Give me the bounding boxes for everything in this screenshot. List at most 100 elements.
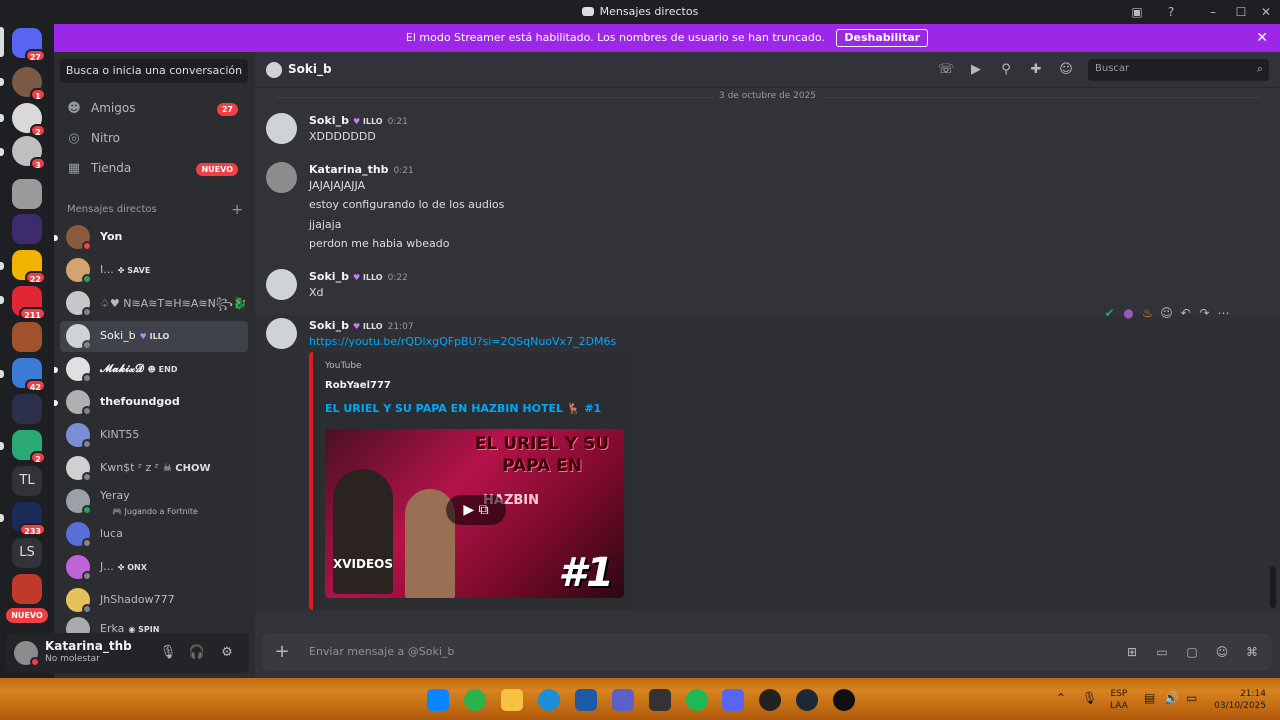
dm-item[interactable]: Yeray 🎮 Jugando a Fortnite xyxy=(60,486,248,517)
home-button[interactable]: 27 xyxy=(12,28,46,62)
nav-friends[interactable]: ☻ Amigos 27 xyxy=(60,95,248,123)
play-icon[interactable]: ▶ ⧉ xyxy=(446,495,506,525)
dm-avatar[interactable]: 2 xyxy=(12,103,46,137)
header-name[interactable]: Soki_b xyxy=(288,62,332,76)
dm-item[interactable]: luca xyxy=(60,519,248,550)
dm-item[interactable]: J... ✤ ONX xyxy=(60,552,248,583)
create-dm-icon[interactable]: + xyxy=(231,202,243,218)
add-reaction-icon[interactable]: ☺ xyxy=(1157,306,1176,320)
tray-mic-icon[interactable]: 🎙 xyxy=(1082,691,1097,705)
network-icon[interactable]: ▤ xyxy=(1144,691,1155,705)
settings-icon[interactable]: ⚙ xyxy=(218,644,236,662)
server-icon[interactable] xyxy=(12,179,42,209)
microphone-icon[interactable]: 🎙 xyxy=(159,644,177,662)
scrollbar[interactable] xyxy=(1270,566,1276,608)
server-icon[interactable]: 2 xyxy=(12,430,46,464)
message-composer[interactable]: + Enviar mensaje a @Soki_b ⊞ ▭ ▢ ☺ ⌘ xyxy=(262,634,1272,670)
embed-author[interactable]: RobYael777 xyxy=(325,380,391,391)
status-dot xyxy=(82,241,92,251)
dm-avatar[interactable]: 1 xyxy=(12,67,46,101)
nav-shop[interactable]: ▦ Tienda NUEVO xyxy=(60,155,248,183)
server-icon[interactable]: 22 xyxy=(12,250,46,284)
message-header: Soki_b ♥ ILLO 21:07 xyxy=(309,319,414,332)
battery-icon[interactable]: ▭ xyxy=(1186,691,1197,705)
close-icon[interactable]: ✕ xyxy=(1256,24,1268,52)
add-friend-icon[interactable]: ✚ xyxy=(1027,62,1045,78)
logitech-icon[interactable] xyxy=(833,689,855,711)
obs-icon[interactable] xyxy=(759,689,781,711)
embed-provider[interactable]: YouTube xyxy=(325,361,362,371)
gift-icon[interactable]: ⊞ xyxy=(1123,643,1141,661)
embed-title[interactable]: EL URIEL Y SU PAPA EN HAZBIN HOTEL 🦌 #1 xyxy=(325,402,601,415)
server-icon-tl[interactable]: TL xyxy=(12,466,42,496)
server-icon[interactable]: 211 xyxy=(12,286,46,320)
chat-header: Soki_b ☏ ▶ ⚲ ✚ ☺ Buscar ⌕ xyxy=(255,52,1280,88)
steam-icon[interactable] xyxy=(796,689,818,711)
video-thumbnail[interactable]: XVIDEOS EL URIEL Y SU PAPA EN HAZBIN ▶ ⧉… xyxy=(325,429,624,598)
server-icon[interactable] xyxy=(12,214,42,244)
apps-icon[interactable]: ⌘ xyxy=(1243,643,1261,661)
server-icon[interactable] xyxy=(12,394,42,424)
help-icon[interactable]: ? xyxy=(1162,4,1180,20)
volume-icon[interactable]: 🔊 xyxy=(1164,691,1179,705)
server-icon[interactable]: 233 xyxy=(12,502,46,536)
find-conversation-button[interactable]: Busca o inicia una conversación xyxy=(60,59,248,83)
message-link[interactable]: https://youtu.be/rQDlxgQFpBU?si=2QSqNuoV… xyxy=(309,335,616,348)
chrome-icon[interactable] xyxy=(464,689,486,711)
reaction-eggplant-icon[interactable]: ● xyxy=(1119,306,1138,320)
edge-icon[interactable] xyxy=(538,689,560,711)
dm-item[interactable]: KINT55 xyxy=(60,420,248,451)
maximize-button[interactable]: ☐ xyxy=(1232,4,1250,20)
inbox-icon[interactable]: ▣ xyxy=(1128,4,1146,20)
headphones-icon[interactable]: 🎧 xyxy=(188,644,206,662)
disable-streamer-button[interactable]: Deshabilitar xyxy=(836,29,929,47)
video-call-icon[interactable]: ▶ xyxy=(967,62,985,78)
avatar[interactable] xyxy=(266,318,297,349)
dm-item[interactable]: ♤♥ N≋A≋T≋H≋A≋N꧂🐉 xyxy=(60,288,248,319)
nav-nitro[interactable]: ◎ Nitro xyxy=(60,125,248,153)
clock[interactable]: 21:14 03/10/2025 xyxy=(1210,688,1266,712)
voice-call-icon[interactable]: ☏ xyxy=(937,62,955,78)
dm-item[interactable]: Kwn$t ᶻ z ᶻ ☠ CHOW xyxy=(60,453,248,484)
close-window-button[interactable]: ✕ xyxy=(1257,4,1275,20)
sticker-icon[interactable]: ▢ xyxy=(1183,643,1201,661)
store-icon[interactable] xyxy=(575,689,597,711)
reply-icon[interactable]: ↶ xyxy=(1176,306,1195,320)
spotify-icon[interactable] xyxy=(686,689,708,711)
reaction-fire-icon[interactable]: ♨ xyxy=(1138,306,1157,320)
avatar[interactable] xyxy=(266,269,297,300)
profile-icon[interactable]: ☺ xyxy=(1057,62,1075,78)
message-input[interactable]: Enviar mensaje a @Soki_b xyxy=(309,645,454,658)
reaction-check-icon[interactable]: ✔ xyxy=(1100,306,1119,320)
language-indicator[interactable]: ESP LAA xyxy=(1110,688,1128,712)
server-icon[interactable] xyxy=(12,322,42,352)
server-icon[interactable] xyxy=(12,574,42,604)
tray-expand-icon[interactable]: ⌃ xyxy=(1056,691,1066,705)
dm-item[interactable]: Yon xyxy=(60,222,248,253)
server-icon-ls[interactable]: LS xyxy=(12,538,42,568)
forward-icon[interactable]: ↷ xyxy=(1195,306,1214,320)
dm-section-title: Mensajes directos xyxy=(67,204,157,215)
discord-taskbar-icon[interactable] xyxy=(722,689,744,711)
dm-item[interactable]: thefoundgod xyxy=(60,387,248,418)
attach-icon[interactable]: + xyxy=(272,642,292,662)
more-icon[interactable]: ⋯ xyxy=(1214,306,1233,320)
minimize-button[interactable]: – xyxy=(1204,4,1222,20)
dm-item[interactable]: JhShadow777 xyxy=(60,585,248,616)
dm-item-selected[interactable]: Soki_b ♥ ILLO xyxy=(60,321,248,352)
avatar[interactable] xyxy=(266,162,297,193)
dm-avatar[interactable]: 3 xyxy=(12,136,46,170)
pin-icon[interactable]: ⚲ xyxy=(997,62,1015,78)
dm-item[interactable]: I... ✤ SAVE xyxy=(60,255,248,286)
dm-item[interactable]: 𝓜𝓪𝓴𝓲𝔁𝓓 ☻ END xyxy=(60,354,248,385)
explorer-icon[interactable] xyxy=(501,689,523,711)
avatar[interactable] xyxy=(266,113,297,144)
search-input[interactable]: Buscar ⌕ xyxy=(1088,59,1269,81)
unity-icon[interactable] xyxy=(649,689,671,711)
emoji-icon[interactable]: ☺ xyxy=(1213,643,1231,661)
teams-icon[interactable] xyxy=(612,689,634,711)
gif-icon[interactable]: ▭ xyxy=(1153,643,1171,661)
start-icon[interactable] xyxy=(427,689,449,711)
search-icon: ⌕ xyxy=(1256,62,1263,75)
server-icon[interactable]: 42 xyxy=(12,358,46,392)
